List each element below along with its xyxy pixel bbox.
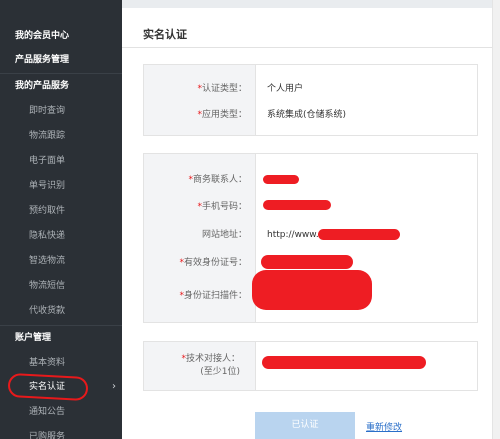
redaction-mark	[263, 175, 299, 184]
business-contact-label: *商务联系人：	[188, 175, 247, 185]
sidebar-item-member-center[interactable]: 我的会员中心	[0, 24, 122, 48]
app-type-value: 系统集成(仓储系统)	[267, 110, 347, 120]
app-type-label: *应用类型：	[197, 110, 247, 120]
auth-type-row: *认证类型： 个人用户	[144, 79, 479, 99]
phone-label: *手机号码：	[197, 202, 247, 212]
id-scan-label: *身份证扫描件：	[179, 291, 247, 301]
sidebar-item-purchased-services[interactable]: 已购服务	[0, 425, 122, 439]
chevron-right-icon: ›	[112, 381, 116, 392]
redaction-mark	[262, 356, 426, 369]
auth-type-value: 个人用户	[267, 84, 304, 94]
title-divider	[122, 47, 492, 48]
tech-contact-label: *技术对接人： (至少1位)	[181, 354, 240, 377]
sidebar-item-smart-logistics[interactable]: 智选物流	[0, 249, 122, 273]
sidebar-item-basic-info[interactable]: 基本资料	[0, 351, 122, 375]
vertical-scrollbar[interactable]	[492, 0, 500, 439]
sidebar-item-pickup-booking[interactable]: 预约取件	[0, 199, 122, 223]
redaction-mark	[252, 270, 372, 310]
auth-type-label: *认证类型：	[197, 84, 247, 94]
id-number-label: *有效身份证号：	[179, 258, 247, 268]
auth-type-panel: *认证类型： 个人用户 *应用类型： 系统集成(仓储系统)	[143, 64, 478, 136]
website-row: 网站地址： http://www.	[144, 225, 479, 245]
top-strip	[122, 0, 492, 8]
page-title: 实名认证	[143, 28, 187, 41]
sidebar-item-private-express[interactable]: 隐私快递	[0, 224, 122, 248]
business-contact-row: *商务联系人：	[144, 170, 479, 190]
sidebar-item-product-service-management[interactable]: 产品服务管理	[0, 48, 122, 72]
app-type-row: *应用类型： 系统集成(仓储系统)	[144, 105, 479, 125]
sidebar-item-logistics-sms[interactable]: 物流短信	[0, 274, 122, 298]
verified-button[interactable]: 已认证	[255, 412, 355, 439]
sidebar-item-instant-query[interactable]: 即时查询	[0, 99, 122, 123]
website-label: 网站地址：	[201, 230, 247, 240]
sidebar-item-notices[interactable]: 通知公告	[0, 400, 122, 424]
redaction-mark	[263, 200, 331, 210]
sidebar-item-e-waybill[interactable]: 电子面单	[0, 149, 122, 173]
redaction-mark	[261, 255, 353, 269]
sidebar-item-logistics-tracking[interactable]: 物流跟踪	[0, 124, 122, 148]
re-edit-link[interactable]: 重新修改	[366, 420, 402, 433]
sidebar-group-account[interactable]: 账户管理	[0, 326, 122, 350]
sidebar-group-my-products[interactable]: 我的产品服务	[0, 74, 122, 98]
annotation-circle	[7, 372, 89, 402]
redaction-mark	[318, 229, 400, 240]
sidebar-item-cod[interactable]: 代收货款	[0, 299, 122, 323]
sidebar-item-number-recognition[interactable]: 单号识别	[0, 174, 122, 198]
website-value: http://www.	[267, 230, 319, 240]
